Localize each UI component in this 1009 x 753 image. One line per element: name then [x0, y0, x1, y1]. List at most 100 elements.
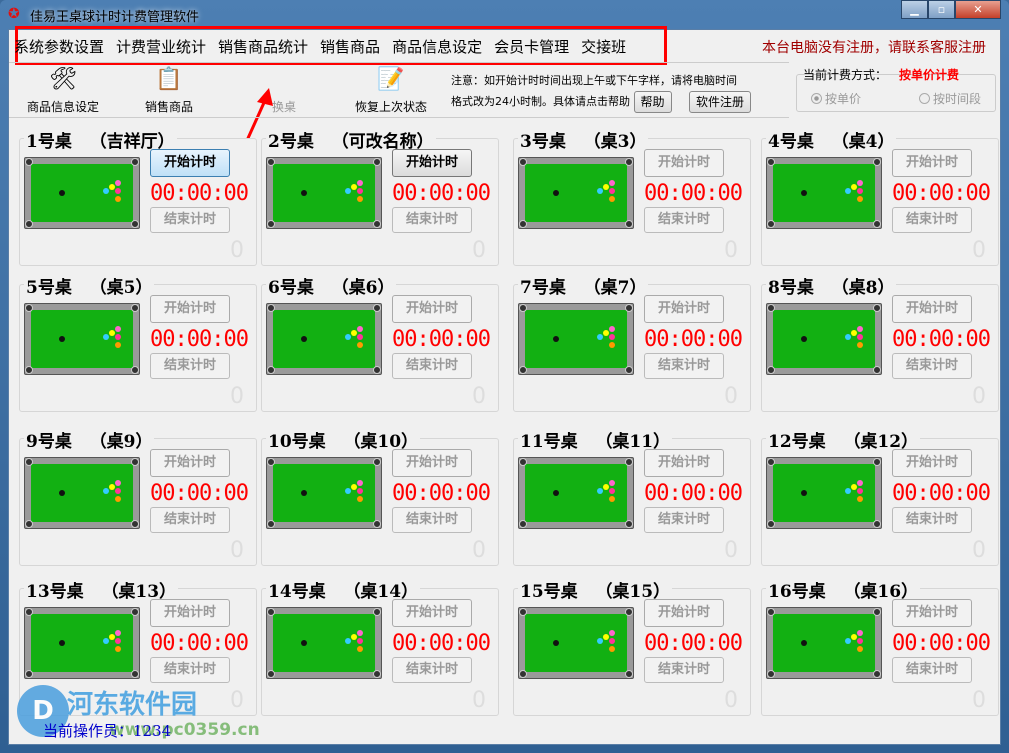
- tool-label: 换桌: [272, 100, 296, 114]
- elapsed-time: 00:00:00: [150, 327, 248, 352]
- menu-billing-stats[interactable]: 计费营业统计: [116, 36, 206, 57]
- table-count: 0: [472, 688, 486, 713]
- pool-table-image: [24, 457, 140, 529]
- start-timer-button[interactable]: 开始计时: [392, 599, 472, 627]
- table-title: 3号桌 （桌3）: [518, 127, 648, 152]
- menu-sell-goods[interactable]: 销售商品: [320, 36, 380, 57]
- minimize-button[interactable]: ▁: [901, 0, 928, 19]
- start-timer-button[interactable]: 开始计时: [150, 149, 230, 177]
- help-button[interactable]: 帮助: [634, 91, 672, 113]
- table-count: 0: [472, 538, 486, 563]
- table-count: 0: [724, 384, 738, 409]
- table-title: 7号桌 （桌7）: [518, 273, 648, 298]
- start-timer-button[interactable]: 开始计时: [392, 449, 472, 477]
- start-timer-button[interactable]: 开始计时: [150, 449, 230, 477]
- start-timer-button[interactable]: 开始计时: [644, 295, 724, 323]
- end-timer-button[interactable]: 结束计时: [150, 207, 230, 233]
- end-timer-button[interactable]: 结束计时: [644, 657, 724, 683]
- end-timer-button[interactable]: 结束计时: [150, 507, 230, 533]
- radio-unit-price[interactable]: 按单价: [811, 90, 861, 107]
- table-title: 6号桌 （桌6）: [266, 273, 396, 298]
- elapsed-time: 00:00:00: [392, 327, 490, 352]
- table-title: 9号桌 （桌9）: [24, 427, 154, 452]
- end-timer-button[interactable]: 结束计时: [892, 657, 972, 683]
- start-timer-button[interactable]: 开始计时: [892, 599, 972, 627]
- end-timer-button[interactable]: 结束计时: [644, 353, 724, 379]
- end-timer-button[interactable]: 结束计时: [150, 353, 230, 379]
- elapsed-time: 00:00:00: [892, 481, 990, 506]
- table-count: 0: [472, 384, 486, 409]
- table-count: 0: [472, 238, 486, 263]
- menu-goods-info[interactable]: 商品信息设定: [392, 36, 482, 57]
- menu-member-card[interactable]: 会员卡管理: [494, 36, 569, 57]
- table-card: 10号桌 （桌10） 开始计时 00:00:00 结束计时 0: [261, 438, 499, 566]
- menu-sales-stats[interactable]: 销售商品统计: [218, 36, 308, 57]
- table-count: 0: [972, 538, 986, 563]
- fee-mode-value: 按单价计费: [899, 66, 959, 83]
- elapsed-time: 00:00:00: [644, 327, 742, 352]
- table-title: 8号桌 （桌8）: [766, 273, 896, 298]
- end-timer-button[interactable]: 结束计时: [392, 507, 472, 533]
- table-count: 0: [230, 384, 244, 409]
- menu-shift-handover[interactable]: 交接班: [581, 36, 626, 57]
- change-table-tool[interactable]: 换桌: [264, 65, 304, 115]
- start-timer-button[interactable]: 开始计时: [644, 599, 724, 627]
- table-count: 0: [972, 238, 986, 263]
- operator-value: 1234: [133, 722, 171, 740]
- end-timer-button[interactable]: 结束计时: [892, 207, 972, 233]
- sell-goods-tool[interactable]: 📋销售商品: [139, 65, 199, 115]
- start-timer-button[interactable]: 开始计时: [150, 599, 230, 627]
- end-timer-button[interactable]: 结束计时: [150, 657, 230, 683]
- pool-table-image: [518, 607, 634, 679]
- start-timer-button[interactable]: 开始计时: [392, 295, 472, 323]
- start-timer-button[interactable]: 开始计时: [892, 449, 972, 477]
- start-timer-button[interactable]: 开始计时: [892, 149, 972, 177]
- goods-info-tool[interactable]: 🛠 商品信息设定: [23, 65, 103, 115]
- table-count: 0: [724, 688, 738, 713]
- fee-mode-label: 当前计费方式：: [803, 66, 887, 83]
- start-timer-button[interactable]: 开始计时: [150, 295, 230, 323]
- register-button[interactable]: 软件注册: [689, 91, 751, 113]
- elapsed-time: 00:00:00: [150, 181, 248, 206]
- note-line2: 格式改为24小时制。具体请点击帮助: [451, 95, 630, 108]
- note-line1: 注意：如开始计时时间出现上午或下午字样，请将电脑时间: [451, 71, 751, 91]
- start-timer-button[interactable]: 开始计时: [892, 295, 972, 323]
- menu-system-settings[interactable]: 系统参数设置: [14, 36, 104, 57]
- app-logo-icon: ✪: [8, 6, 20, 22]
- tools-icon: 🛠: [48, 65, 78, 95]
- table-title: 5号桌 （桌5）: [24, 273, 154, 298]
- end-timer-button[interactable]: 结束计时: [892, 353, 972, 379]
- elapsed-time: 00:00:00: [150, 481, 248, 506]
- end-timer-button[interactable]: 结束计时: [392, 353, 472, 379]
- table-card: 1号桌 （吉祥厅） 开始计时 00:00:00 结束计时 0: [19, 138, 257, 266]
- main-client: 系统参数设置 计费营业统计 销售商品统计 销售商品 商品信息设定 会员卡管理 交…: [8, 29, 1001, 745]
- end-timer-button[interactable]: 结束计时: [392, 207, 472, 233]
- end-timer-button[interactable]: 结束计时: [392, 657, 472, 683]
- table-card: 16号桌 （桌16） 开始计时 00:00:00 结束计时 0: [761, 588, 999, 716]
- end-timer-button[interactable]: 结束计时: [644, 207, 724, 233]
- table-card: 6号桌 （桌6） 开始计时 00:00:00 结束计时 0: [261, 284, 499, 412]
- radio-time-period[interactable]: 按时间段: [919, 90, 981, 107]
- tool-label: 恢复上次状态: [355, 100, 427, 114]
- title-bar: ✪ 佳易王桌球计时计费管理软件 ▁ ▫ ✕: [0, 0, 1009, 28]
- pool-table-image: [24, 157, 140, 229]
- table-card: 2号桌 （可改名称） 开始计时 00:00:00 结束计时 0: [261, 138, 499, 266]
- app-window: ✪ 佳易王桌球计时计费管理软件 ▁ ▫ ✕ 系统参数设置 计费营业统计 销售商品…: [0, 0, 1009, 753]
- pool-table-image: [766, 457, 882, 529]
- close-button[interactable]: ✕: [955, 0, 1001, 19]
- restore-state-tool[interactable]: 📝恢复上次状态: [349, 65, 433, 115]
- table-card: 5号桌 （桌5） 开始计时 00:00:00 结束计时 0: [19, 284, 257, 412]
- end-timer-button[interactable]: 结束计时: [644, 507, 724, 533]
- pool-table-image: [766, 303, 882, 375]
- end-timer-button[interactable]: 结束计时: [892, 507, 972, 533]
- tool-label: 销售商品: [145, 100, 193, 114]
- table-card: 12号桌 （桌12） 开始计时 00:00:00 结束计时 0: [761, 438, 999, 566]
- start-timer-button[interactable]: 开始计时: [644, 449, 724, 477]
- elapsed-time: 00:00:00: [392, 181, 490, 206]
- tool-label: 商品信息设定: [27, 100, 99, 114]
- table-count: 0: [724, 538, 738, 563]
- status-bar: 当前操作员：1234: [43, 720, 171, 741]
- start-timer-button[interactable]: 开始计时: [392, 149, 472, 177]
- start-timer-button[interactable]: 开始计时: [644, 149, 724, 177]
- maximize-button[interactable]: ▫: [928, 0, 955, 19]
